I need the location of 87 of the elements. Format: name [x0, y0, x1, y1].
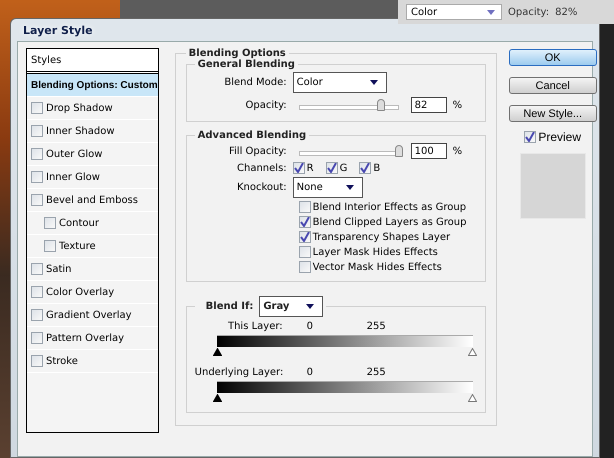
caret-icon [487, 10, 495, 14]
fill-opacity-input[interactable]: 100 [410, 143, 447, 159]
checkbox[interactable] [31, 286, 43, 298]
section-title: Advanced Blending [196, 130, 308, 141]
gradient-slider[interactable] [212, 335, 477, 356]
opacity-value: 82% [555, 6, 578, 18]
range-value: 255 [366, 321, 387, 332]
option-label: Transparency Shapes Layer [312, 232, 450, 242]
checkbox[interactable] [292, 162, 305, 174]
unit-label: % [452, 100, 462, 110]
gradient-slider[interactable] [212, 381, 477, 402]
blend-if-dropdown[interactable]: Gray [259, 296, 324, 317]
checkbox[interactable] [359, 162, 372, 174]
option-label: Layer Mask Hides Effects [312, 246, 438, 258]
preview-swatch [520, 153, 586, 219]
blend-mode-dropdown[interactable]: Color [406, 4, 502, 20]
checkbox[interactable] [31, 171, 43, 183]
style-item[interactable]: Inner Shadow [27, 120, 158, 143]
checkbox[interactable] [524, 131, 536, 143]
checkbox[interactable] [44, 240, 56, 252]
dialog-button[interactable]: OK [508, 49, 597, 66]
channel-label: R [306, 162, 314, 174]
checkbox[interactable] [31, 148, 43, 160]
checkbox[interactable] [31, 125, 43, 137]
channel-label: G [340, 162, 348, 174]
checkbox[interactable] [31, 263, 43, 275]
slider-thumb[interactable] [394, 145, 403, 157]
field-label: Opacity: [244, 100, 287, 110]
field-label: This Layer: [226, 321, 283, 332]
style-item[interactable]: Texture [27, 235, 158, 258]
field-label: Channels: [236, 162, 287, 174]
field-label: Blend Mode: [223, 77, 287, 88]
style-item[interactable]: Satin [27, 258, 158, 281]
slider-handle-icon[interactable] [468, 394, 477, 402]
style-item[interactable]: Color Overlay [27, 281, 158, 304]
checkbox[interactable] [326, 162, 338, 174]
style-item[interactable]: Gradient Overlay [27, 304, 158, 327]
checkbox[interactable] [298, 231, 311, 243]
checkbox[interactable] [298, 201, 311, 213]
style-item[interactable]: Blending Options: Custom [27, 74, 158, 97]
section-title: General Blending [196, 59, 296, 70]
slider-handle-icon[interactable] [212, 348, 222, 356]
option-label: Blend Clipped Layers as Group [312, 216, 466, 228]
unit-label: % [452, 146, 462, 156]
field-label: Knockout: [236, 182, 287, 193]
channel-label: B [373, 162, 380, 174]
checkbox[interactable] [31, 194, 43, 206]
slider-handle-icon[interactable] [468, 348, 477, 356]
style-item[interactable]: Stroke [27, 350, 158, 373]
preview-checkbox[interactable]: Preview [524, 130, 581, 144]
range-value: 0 [306, 367, 314, 378]
dialog-button[interactable]: Cancel [508, 77, 597, 94]
checkbox[interactable] [31, 309, 43, 321]
style-item[interactable]: Drop Shadow [27, 97, 158, 120]
range-value: 255 [366, 367, 387, 378]
caret-icon [346, 185, 354, 190]
style-item[interactable]: Inner Glow [27, 166, 158, 189]
section-title: Blending Options [188, 48, 287, 59]
caret-icon [370, 80, 378, 85]
dialog-button[interactable]: New Style... [508, 105, 597, 122]
field-label: Fill Opacity: [228, 146, 287, 156]
blend-mode-dropdown[interactable]: Color [292, 72, 387, 93]
checkbox[interactable] [44, 217, 56, 229]
range-value: 0 [306, 321, 314, 332]
checkbox[interactable] [31, 102, 43, 114]
option-label: Blend Interior Effects as Group [312, 202, 466, 212]
style-item[interactable]: Contour [27, 212, 158, 235]
style-item[interactable]: Bevel and Emboss [27, 189, 158, 212]
checkbox[interactable] [31, 332, 43, 344]
styles-header: Styles [27, 49, 158, 74]
checkbox[interactable] [298, 216, 311, 228]
slider-handle-icon[interactable] [212, 394, 222, 402]
field-label: Blend If: [206, 301, 254, 312]
window-title: Layer Style [23, 24, 93, 36]
style-item[interactable]: Outer Glow [27, 143, 158, 166]
option-label: Vector Mask Hides Effects [312, 262, 442, 272]
caret-icon [306, 304, 314, 309]
slider-track[interactable] [298, 99, 399, 111]
opacity-label: Opacity: [508, 6, 550, 18]
field-label: Underlying Layer: [194, 367, 283, 378]
checkbox[interactable] [298, 261, 311, 273]
style-item[interactable]: Pattern Overlay [27, 327, 158, 350]
slider-thumb[interactable] [376, 99, 385, 111]
opacity-input[interactable]: 82 [410, 97, 447, 113]
checkbox[interactable] [31, 355, 43, 367]
knockout-dropdown[interactable]: None [292, 177, 363, 198]
checkbox[interactable] [298, 246, 311, 258]
